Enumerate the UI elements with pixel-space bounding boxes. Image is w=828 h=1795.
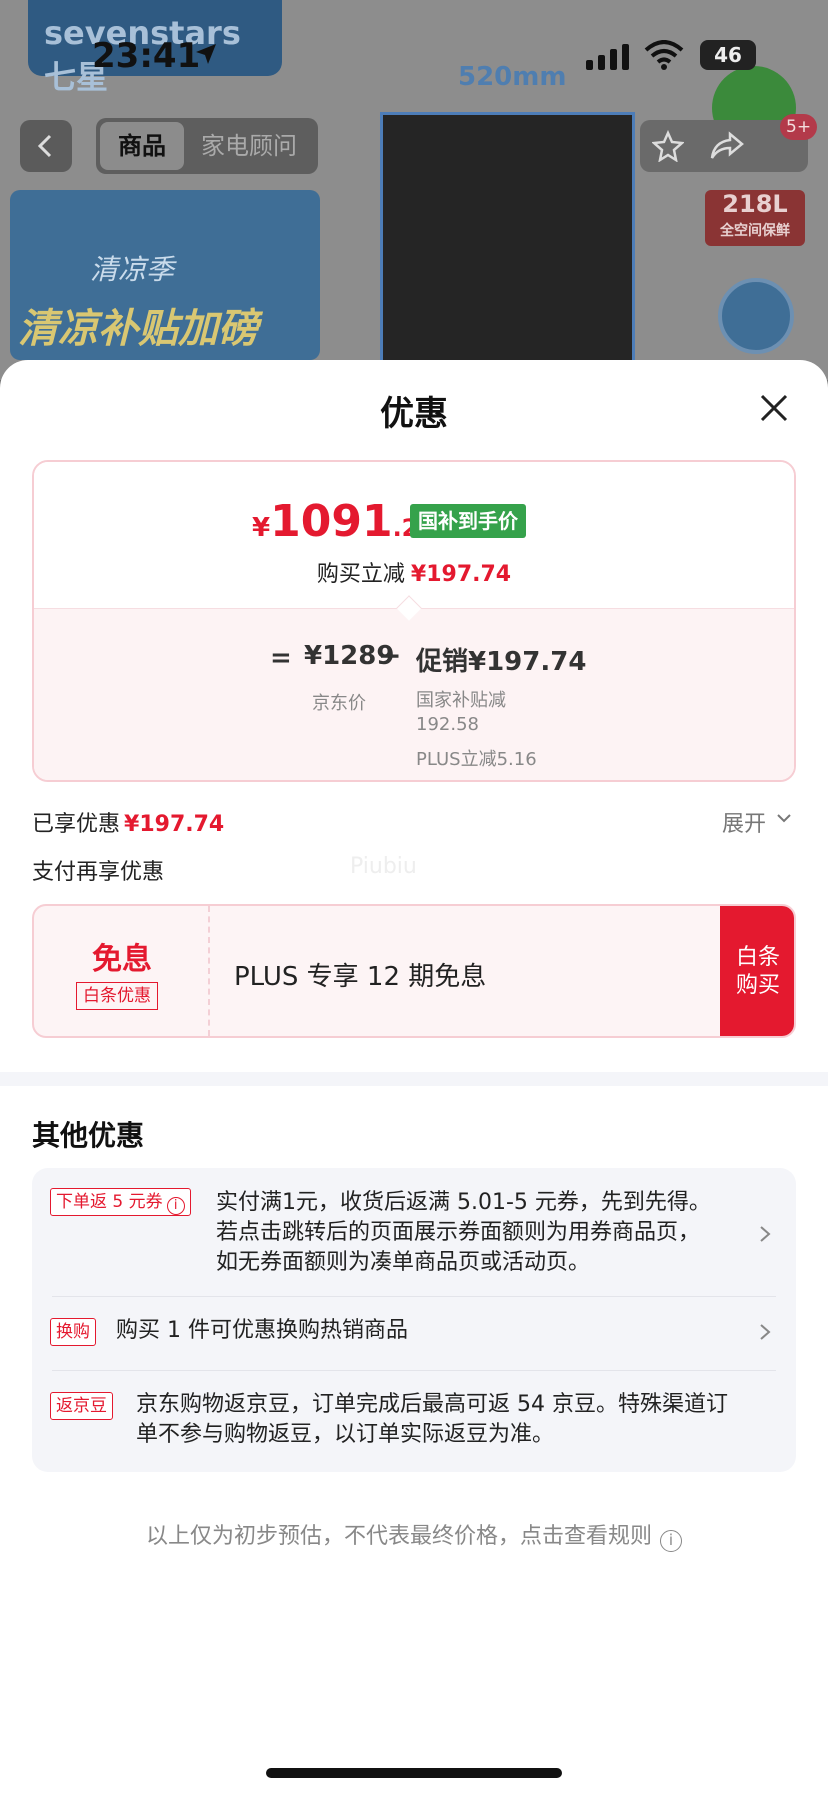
baitiao-buy-button[interactable]: 白条 购买 bbox=[720, 906, 794, 1036]
star-icon[interactable] bbox=[652, 130, 684, 162]
price-summary: ¥1091.26 国补到手价 购买立减¥197.74 bbox=[34, 462, 794, 608]
trade-in-text[interactable]: 购买 1 件可优惠换购热销商品 bbox=[116, 1316, 408, 1346]
jd-bean-tag: 返京豆 bbox=[50, 1392, 113, 1420]
equals-sign: = bbox=[270, 643, 292, 673]
baitiao-tag: 白条优惠 bbox=[76, 982, 158, 1010]
promo-amount: 促销¥197.74 bbox=[416, 647, 587, 677]
home-indicator bbox=[266, 1768, 562, 1778]
pay-more-heading: 支付再享优惠 bbox=[32, 860, 165, 885]
tab-product[interactable]: 商品 bbox=[100, 122, 184, 170]
chevron-down-icon bbox=[777, 814, 791, 823]
jd-price-label: 京东价 bbox=[312, 693, 366, 714]
baitiao-offer-text: PLUS 专享 12 期免息 bbox=[234, 962, 487, 992]
baitiao-left: 免息 白条优惠 bbox=[34, 906, 210, 1036]
chevron-right-icon[interactable] bbox=[758, 1224, 772, 1244]
promo-banner: 清凉季 清凉补贴加磅 bbox=[10, 190, 320, 360]
product-image bbox=[380, 112, 635, 380]
share-icon[interactable] bbox=[710, 130, 744, 162]
row-divider bbox=[52, 1370, 776, 1371]
rules-note[interactable]: 以上仅为初步预估，不代表最终价格，点击查看规则 i bbox=[0, 1518, 828, 1552]
subsidy-price-tag: 国补到手价 bbox=[410, 504, 526, 538]
top-actions: 5+ bbox=[640, 114, 818, 172]
subsidy-detail: 国家补贴减 192.58 bbox=[416, 690, 506, 735]
promo-big-text: 清凉补贴加磅 bbox=[18, 306, 258, 352]
baitiao-offer-card[interactable]: 免息 白条优惠 PLUS 专享 12 期免息 白条 购买 bbox=[32, 904, 796, 1038]
status-bar: 23:41 46 bbox=[0, 0, 828, 100]
minus-sign: − bbox=[378, 639, 402, 672]
row-divider bbox=[52, 1296, 776, 1297]
cellular-signal-icon bbox=[586, 44, 629, 70]
enjoyed-discount: 已享优惠 ¥197.74 bbox=[32, 812, 225, 837]
section-divider bbox=[0, 1072, 828, 1086]
coupon-return-tag[interactable]: 下单返 5 元券 i bbox=[50, 1188, 191, 1216]
info-icon[interactable]: i bbox=[166, 1197, 185, 1215]
close-icon[interactable] bbox=[756, 390, 792, 426]
other-offers-title: 其他优惠 bbox=[32, 1119, 145, 1152]
page-tabs: 商品 家电顾问 bbox=[96, 118, 318, 174]
jd-bean-text: 京东购物返京豆，订单完成后最高可返 54 京豆。特殊渠道订 单不参与购物返豆，以… bbox=[136, 1392, 728, 1447]
instant-reduction: 购买立减 ¥197.74 bbox=[316, 562, 512, 587]
chevron-left-icon bbox=[37, 134, 52, 158]
speaker-icon bbox=[718, 278, 794, 354]
sheet-title: 优惠 bbox=[380, 394, 448, 434]
promo-small-text: 清凉季 bbox=[90, 253, 175, 286]
tab-appliance-advisor[interactable]: 家电顾问 bbox=[184, 122, 314, 170]
share-badge: 5+ bbox=[780, 114, 818, 140]
battery-icon: 46 bbox=[700, 40, 756, 70]
capacity-badge: 218L 全空间保鲜 bbox=[705, 190, 805, 246]
wifi-icon bbox=[644, 40, 684, 70]
chevron-right-icon[interactable] bbox=[758, 1322, 772, 1342]
price-breakdown-card: ¥1091.26 国补到手价 购买立减¥197.74 = ¥1289 京东价 −… bbox=[32, 460, 796, 782]
discount-sheet: 优惠 ¥1091.26 国补到手价 购买立减¥197.74 = ¥1289 京东… bbox=[0, 360, 828, 1795]
other-offers-list: 下单返 5 元券 i 实付满1元，收货后返满 5.01-5 元券，先到先得。 若点… bbox=[32, 1168, 796, 1472]
expand-button[interactable]: 展开 bbox=[722, 806, 791, 838]
price-formula: = ¥1289 京东价 − 促销¥197.74 国家补贴减 192.58 PLU… bbox=[34, 608, 794, 780]
location-arrow-icon bbox=[196, 44, 216, 64]
status-time: 23:41 bbox=[92, 36, 201, 76]
back-button[interactable] bbox=[20, 120, 72, 172]
interest-free-title: 免息 bbox=[92, 942, 152, 977]
coupon-return-text: 实付满1元，收货后返满 5.01-5 元券，先到先得。 若点击跳转后的页面展示券… bbox=[216, 1190, 711, 1275]
final-price: ¥1091.26 bbox=[252, 496, 435, 547]
plus-reduction: PLUS立减5.16 bbox=[416, 749, 537, 770]
info-icon[interactable]: i bbox=[660, 1530, 682, 1552]
trade-in-tag: 换购 bbox=[50, 1318, 96, 1346]
watermark: Piubiu bbox=[350, 854, 417, 879]
